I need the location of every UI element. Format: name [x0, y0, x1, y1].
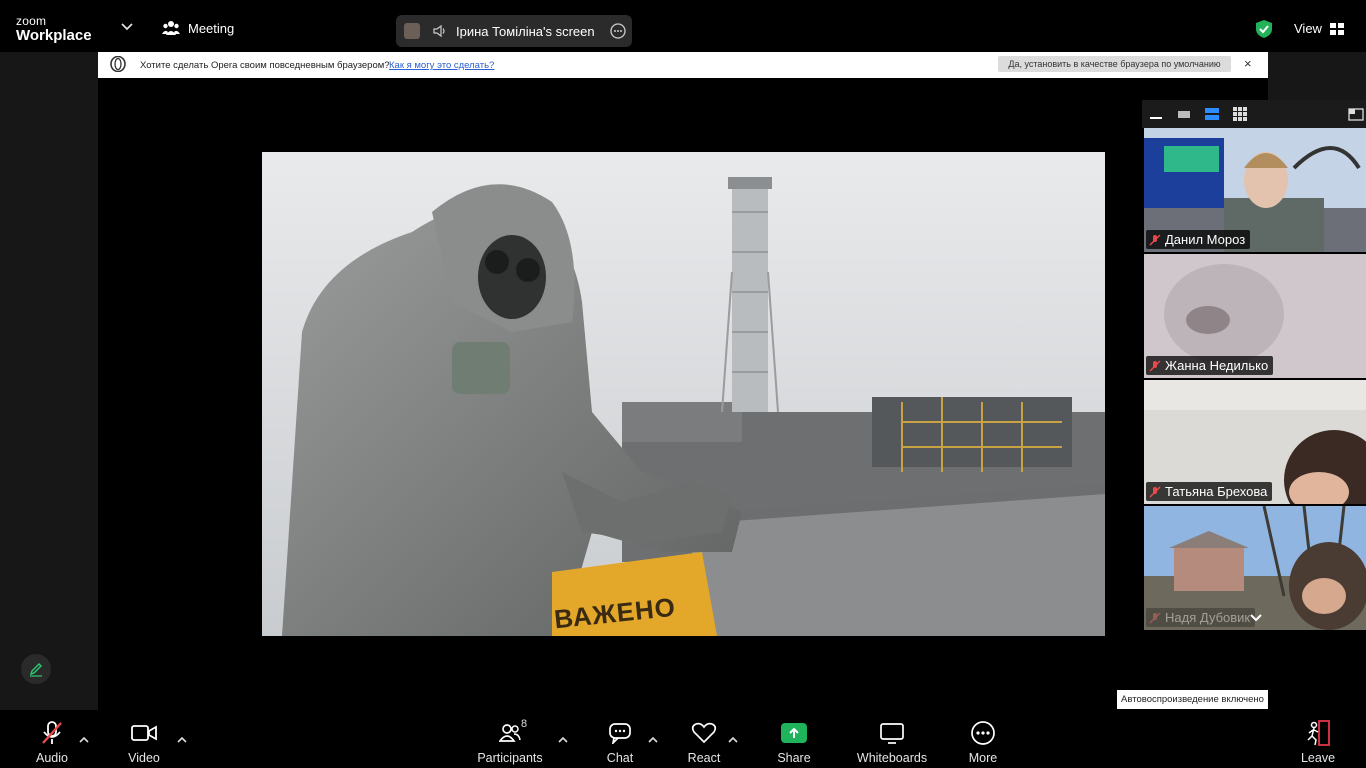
gallery-grid-icon[interactable]	[1232, 107, 1248, 121]
grid-view-icon	[1329, 22, 1344, 35]
presenter-avatar	[404, 23, 420, 39]
video-camera-icon	[131, 725, 157, 741]
mic-muted-icon	[1149, 485, 1161, 498]
audio-options-chevron-icon[interactable]	[79, 736, 89, 744]
more-label: More	[968, 751, 998, 765]
close-icon[interactable]: ×	[1244, 56, 1252, 71]
participant-tile[interactable]: Жанна Недилько	[1144, 254, 1366, 378]
participant-name: Данил Мороз	[1165, 232, 1246, 247]
opera-logo-icon	[110, 56, 126, 72]
participant-name: Татьяна Брехова	[1165, 484, 1268, 499]
react-button[interactable]: React	[686, 710, 722, 768]
security-shield-icon[interactable]	[1255, 19, 1273, 39]
speaker-icon	[433, 24, 445, 38]
participant-tile[interactable]: Данил Мороз	[1144, 128, 1366, 252]
share-button[interactable]: Share	[774, 710, 814, 768]
chevron-down-icon[interactable]	[120, 22, 134, 32]
video-button[interactable]: Video	[126, 710, 162, 768]
screen-share-indicator[interactable]: Ірина Томіліна's screen	[396, 15, 632, 47]
left-margin	[0, 52, 98, 710]
video-label: Video	[128, 751, 160, 765]
strip-view-icon[interactable]	[1204, 107, 1220, 121]
chat-bubble-icon	[609, 723, 631, 744]
whiteboards-label: Whiteboards	[856, 751, 928, 765]
participants-options-chevron-icon[interactable]	[558, 736, 568, 744]
logo-line2: Workplace	[16, 27, 92, 44]
react-options-chevron-icon[interactable]	[728, 736, 738, 744]
pop-out-icon[interactable]	[1348, 107, 1364, 121]
autoplay-notice: Автовоспроизведение включено	[1117, 690, 1268, 709]
view-menu[interactable]: View	[1294, 21, 1344, 36]
heart-icon	[691, 722, 717, 744]
participant-label: Данил Мороз	[1146, 230, 1251, 249]
annotate-button[interactable]	[21, 654, 51, 684]
meeting-toolbar: Audio Video 8 Participants Chat React Sh…	[0, 710, 1366, 768]
video-options-chevron-icon[interactable]	[177, 736, 187, 744]
opera-how-link[interactable]: Как я могу это сделать?	[389, 60, 494, 71]
audio-label: Audio	[36, 751, 68, 765]
participants-icon	[499, 724, 521, 742]
leave-button[interactable]: Leave	[1300, 710, 1336, 768]
mic-muted-icon	[1149, 611, 1161, 624]
whiteboard-icon	[880, 723, 904, 744]
react-label: React	[687, 751, 721, 765]
minimize-icon[interactable]	[1148, 107, 1164, 121]
pencil-icon	[29, 663, 42, 677]
top-bar: zoom Workplace Meeting Ірина Томіліна's …	[0, 0, 1366, 52]
set-default-browser-button[interactable]: Да, установить в качестве браузера по ум…	[998, 56, 1231, 72]
mic-muted-icon	[1149, 233, 1161, 246]
share-screen-icon	[781, 723, 807, 743]
more-options-icon[interactable]	[610, 23, 626, 39]
more-button[interactable]: More	[965, 710, 1001, 768]
logo-line1: zoom	[16, 14, 47, 28]
participants-count: 8	[521, 718, 528, 730]
share-owner-name: Ірина Томіліна's screen	[456, 23, 595, 39]
participant-label: Жанна Недилько	[1146, 356, 1274, 375]
audio-button[interactable]: Audio	[34, 710, 70, 768]
chat-label: Chat	[606, 751, 634, 765]
chat-options-chevron-icon[interactable]	[648, 736, 658, 744]
whiteboards-button[interactable]: Whiteboards	[856, 710, 928, 768]
participant-label: Татьяна Брехова	[1146, 482, 1273, 501]
participant-name: Надя Дубовик	[1165, 610, 1251, 625]
participants-button[interactable]: 8 Participants	[476, 710, 544, 768]
scroll-down-chevron-icon[interactable]	[1248, 612, 1264, 624]
opera-default-browser-bar: Хотите сделать Opera своим повседневным …	[98, 52, 1268, 78]
meeting-menu[interactable]: Meeting	[162, 20, 234, 36]
mic-muted-icon	[42, 721, 62, 744]
leave-label: Leave	[1300, 751, 1336, 765]
arrow-up-icon	[789, 727, 799, 738]
view-label: View	[1294, 21, 1322, 36]
gallery-view-toolbar	[1142, 100, 1366, 128]
share-label: Share	[777, 751, 811, 765]
meeting-label: Meeting	[188, 20, 235, 36]
leave-door-icon	[1307, 720, 1330, 746]
single-video-icon[interactable]	[1176, 107, 1192, 121]
right-margin	[1268, 52, 1366, 100]
participant-tile[interactable]: Татьяна Брехова	[1144, 380, 1366, 504]
participants-label: Participants	[477, 751, 543, 765]
more-dots-icon	[971, 721, 995, 745]
chat-button[interactable]: Chat	[602, 710, 638, 768]
mic-muted-icon	[1149, 359, 1161, 372]
zoom-logo: zoom Workplace	[16, 15, 92, 43]
shared-photo-chernobyl: ВАЖЕНО	[262, 152, 1105, 636]
people-icon	[162, 21, 180, 35]
opera-question: Хотите сделать Opera своим повседневным …	[140, 60, 390, 71]
participant-name: Жанна Недилько	[1165, 358, 1269, 373]
shared-photo-art	[262, 152, 1105, 636]
participant-label: Надя Дубовик	[1146, 608, 1256, 627]
